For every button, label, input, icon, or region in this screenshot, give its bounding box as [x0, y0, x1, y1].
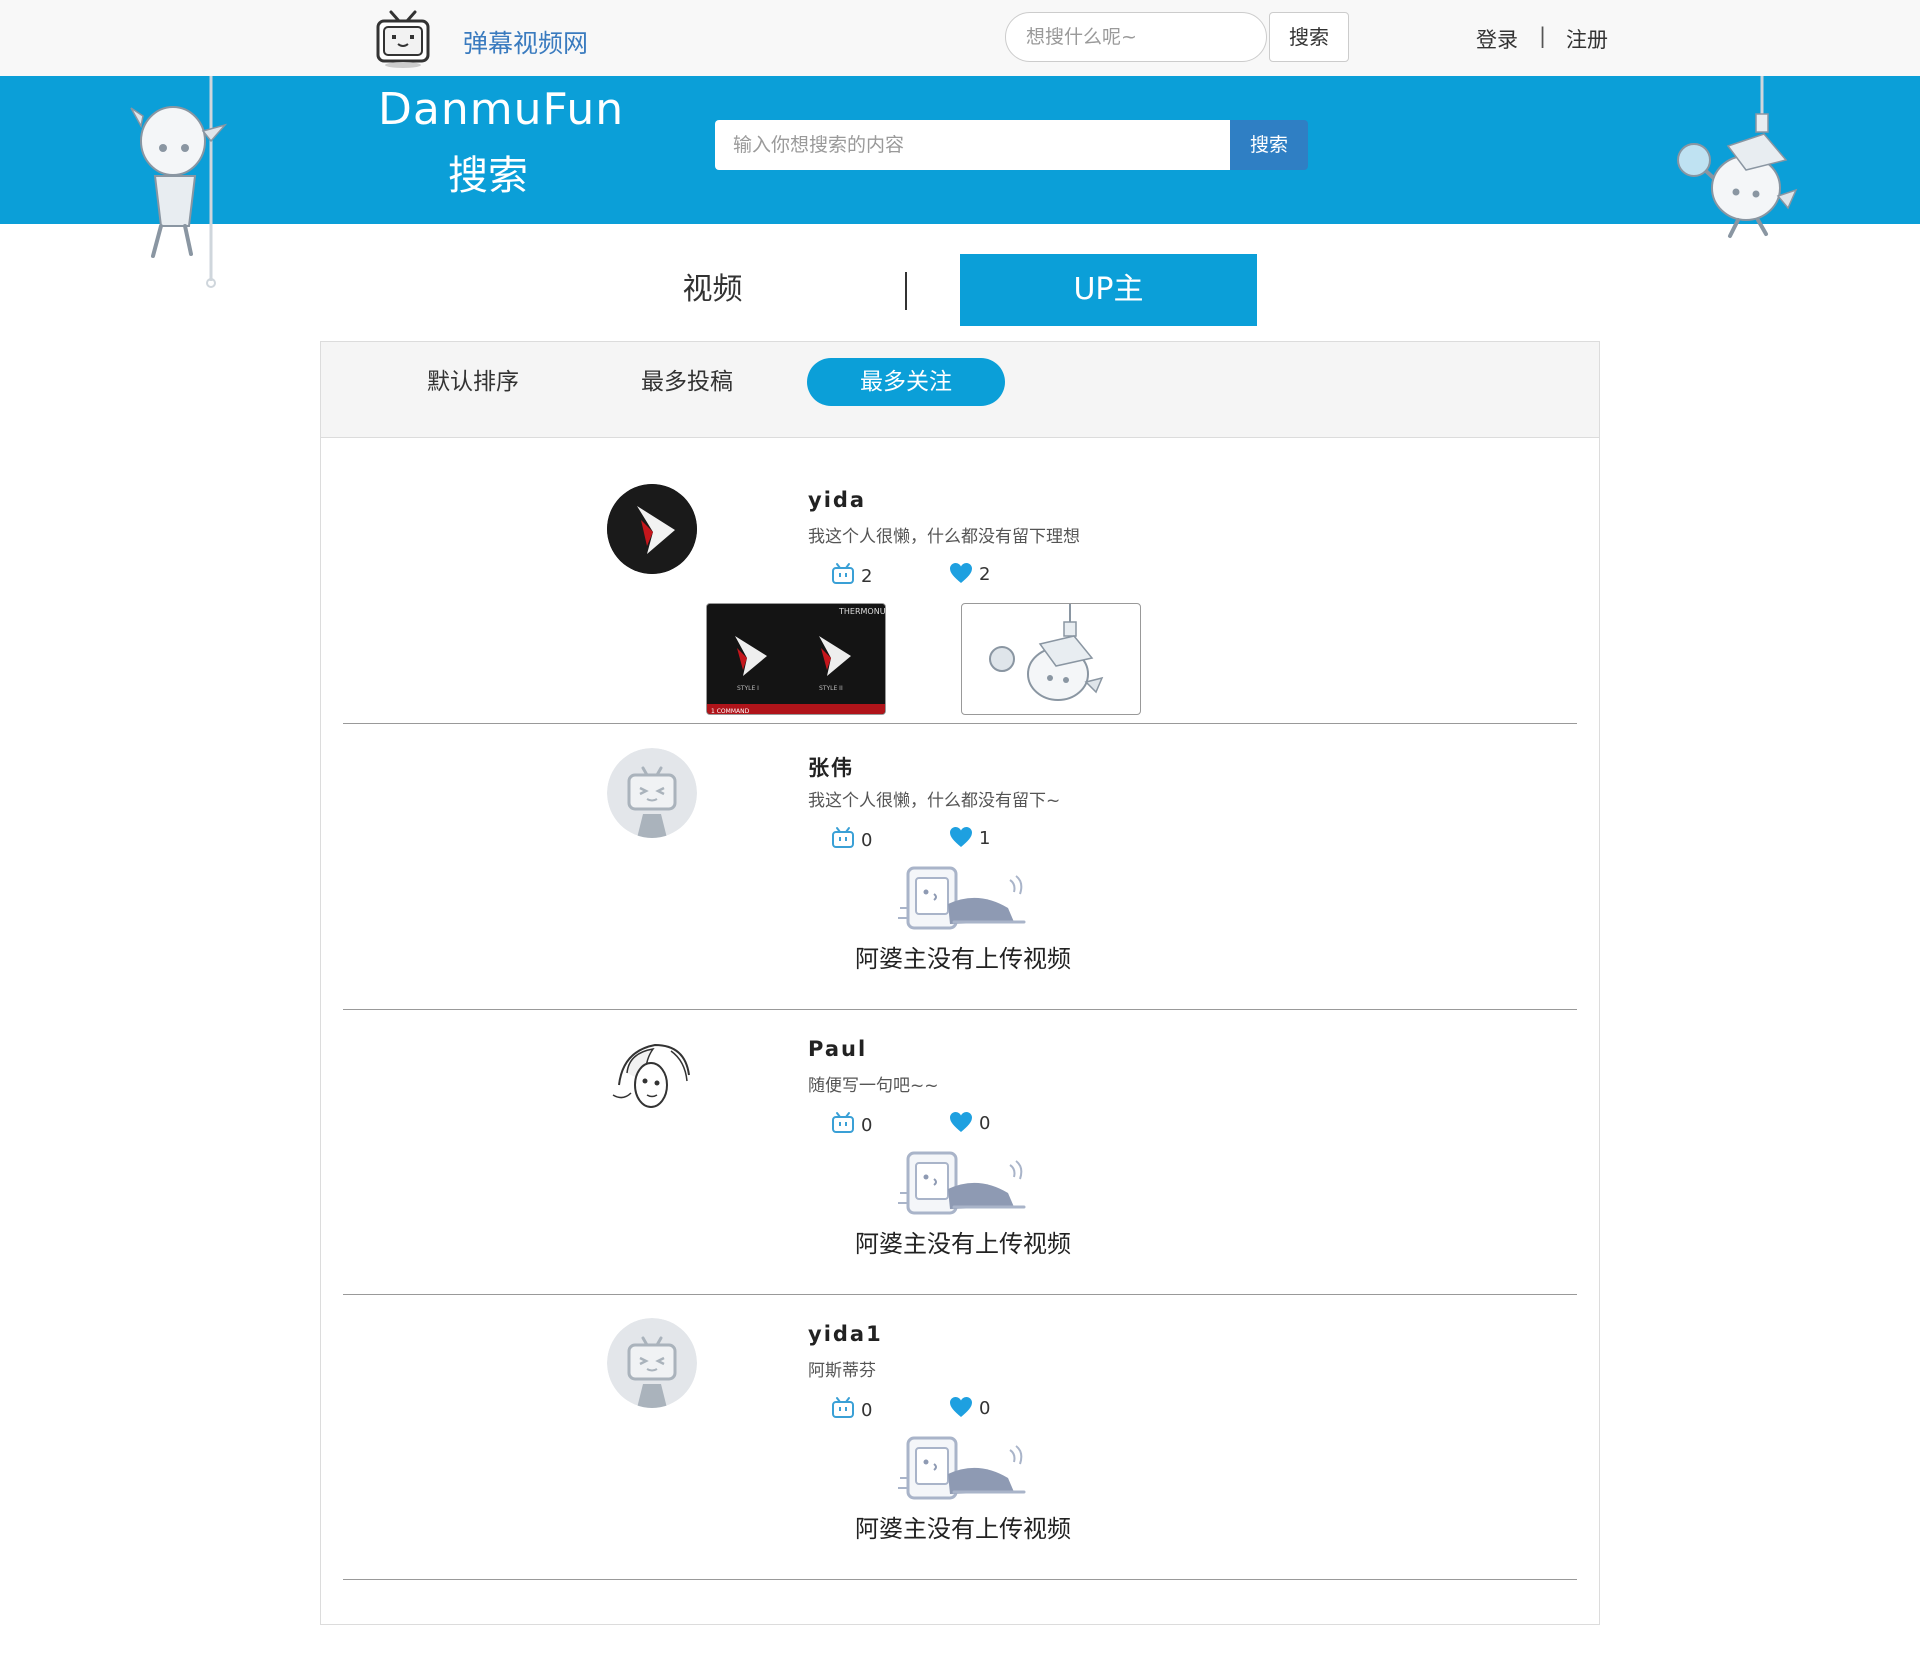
- like-count-value: 1: [979, 828, 991, 849]
- tab-video[interactable]: 视频: [600, 254, 825, 326]
- banner-title: DanmuFun: [378, 84, 625, 135]
- empty-videos-icon: [898, 1149, 1028, 1223]
- video-count-value: 2: [861, 566, 873, 587]
- empty-videos-icon: [898, 864, 1028, 938]
- video-count-value: 0: [861, 830, 873, 851]
- user-name[interactable]: yida: [808, 488, 866, 512]
- no-videos-text: 阿婆主没有上传视频: [855, 945, 1071, 973]
- video-count-value: 0: [861, 1400, 873, 1421]
- tv-small-icon: [832, 1112, 854, 1133]
- tab-up-master[interactable]: UP主: [960, 254, 1257, 326]
- user-name[interactable]: yida1: [808, 1322, 883, 1346]
- top-search-button[interactable]: 搜索: [1269, 12, 1349, 62]
- tv-logo-icon[interactable]: [373, 9, 433, 69]
- like-count: 0: [949, 1111, 990, 1134]
- like-count: 1: [949, 826, 990, 849]
- video-thumbnail-placeholder[interactable]: [961, 603, 1141, 715]
- sort-default-button[interactable]: 默认排序: [393, 358, 553, 406]
- video-count: 0: [831, 1396, 872, 1421]
- user-avatar[interactable]: [607, 748, 697, 838]
- user-row: yida 我这个人很懒，什么都没有留下理想 2 2 THERMONUKE: [343, 438, 1577, 724]
- empty-videos-icon: [898, 1434, 1028, 1508]
- user-signature: 我这个人很懒，什么都没有留下理想: [808, 527, 1080, 547]
- user-signature: 阿斯蒂芬: [808, 1361, 876, 1381]
- auth-separator: |: [1539, 24, 1547, 48]
- video-thumbnail[interactable]: THERMONUKE STYLE I STYLE II 1 COMMAND: [706, 603, 886, 715]
- top-navbar: 弹幕视频网 搜索 登录 | 注册: [0, 0, 1920, 77]
- main-search-input[interactable]: [715, 120, 1230, 170]
- thumbnail-brand-text: THERMONUKE: [838, 607, 886, 616]
- sort-most-follows-button[interactable]: 最多关注: [807, 358, 1005, 406]
- like-count-value: 0: [979, 1398, 991, 1419]
- heart-icon[interactable]: [949, 826, 973, 848]
- user-signature: 随便写一句吧~~: [808, 1076, 939, 1096]
- video-count: 2: [831, 562, 872, 587]
- results-panel: 默认排序 最多投稿 最多关注 yida 我这个人很懒，什么都没有留下理想 2 2…: [320, 341, 1600, 1625]
- like-count: 2: [949, 562, 990, 585]
- user-avatar[interactable]: [607, 1033, 697, 1123]
- banner-subtitle: 搜索: [448, 153, 528, 199]
- like-count-value: 2: [979, 564, 991, 585]
- user-name[interactable]: 张伟: [808, 752, 854, 782]
- no-videos-text: 阿婆主没有上传视频: [855, 1515, 1071, 1543]
- sort-bar: 默认排序 最多投稿 最多关注: [321, 342, 1599, 438]
- like-count: 0: [949, 1396, 990, 1419]
- thumbnail-style1-text: STYLE I: [737, 685, 759, 692]
- video-count: 0: [831, 826, 872, 851]
- user-avatar[interactable]: [607, 1318, 697, 1408]
- sort-most-posts-button[interactable]: 最多投稿: [607, 358, 767, 406]
- video-count: 0: [831, 1111, 872, 1136]
- mascot-right-illustration: [1668, 76, 1800, 242]
- tv-small-icon: [832, 563, 854, 584]
- tv-small-icon: [832, 827, 854, 848]
- tv-small-icon: [832, 1397, 854, 1418]
- video-count-value: 0: [861, 1115, 873, 1136]
- site-name-link[interactable]: 弹幕视频网: [463, 24, 588, 60]
- mascot-left-illustration: [125, 76, 235, 291]
- user-row: 张伟 我这个人很懒，什么都没有留下~ 0 1 阿婆主没有上传视频: [343, 724, 1577, 1010]
- login-link[interactable]: 登录: [1476, 24, 1518, 54]
- heart-icon[interactable]: [949, 1111, 973, 1133]
- user-signature: 我这个人很懒，什么都没有留下~: [808, 791, 1061, 811]
- register-link[interactable]: 注册: [1566, 24, 1608, 54]
- like-count-value: 0: [979, 1113, 991, 1134]
- no-videos-text: 阿婆主没有上传视频: [855, 1230, 1071, 1258]
- heart-icon[interactable]: [949, 562, 973, 584]
- top-search-input[interactable]: [1005, 12, 1267, 62]
- main-search-button[interactable]: 搜索: [1230, 120, 1308, 170]
- user-row: Paul 随便写一句吧~~ 0 0 阿婆主没有上传视频: [343, 1009, 1577, 1295]
- tab-divider: [905, 272, 907, 310]
- user-name[interactable]: Paul: [808, 1037, 867, 1061]
- thumbnail-style2-text: STYLE II: [819, 685, 843, 692]
- user-row: yida1 阿斯蒂芬 0 0 阿婆主没有上传视频: [343, 1294, 1577, 1580]
- user-avatar[interactable]: [607, 484, 697, 574]
- thumbnail-footer-text: 1 COMMAND: [711, 708, 750, 715]
- heart-icon[interactable]: [949, 1396, 973, 1418]
